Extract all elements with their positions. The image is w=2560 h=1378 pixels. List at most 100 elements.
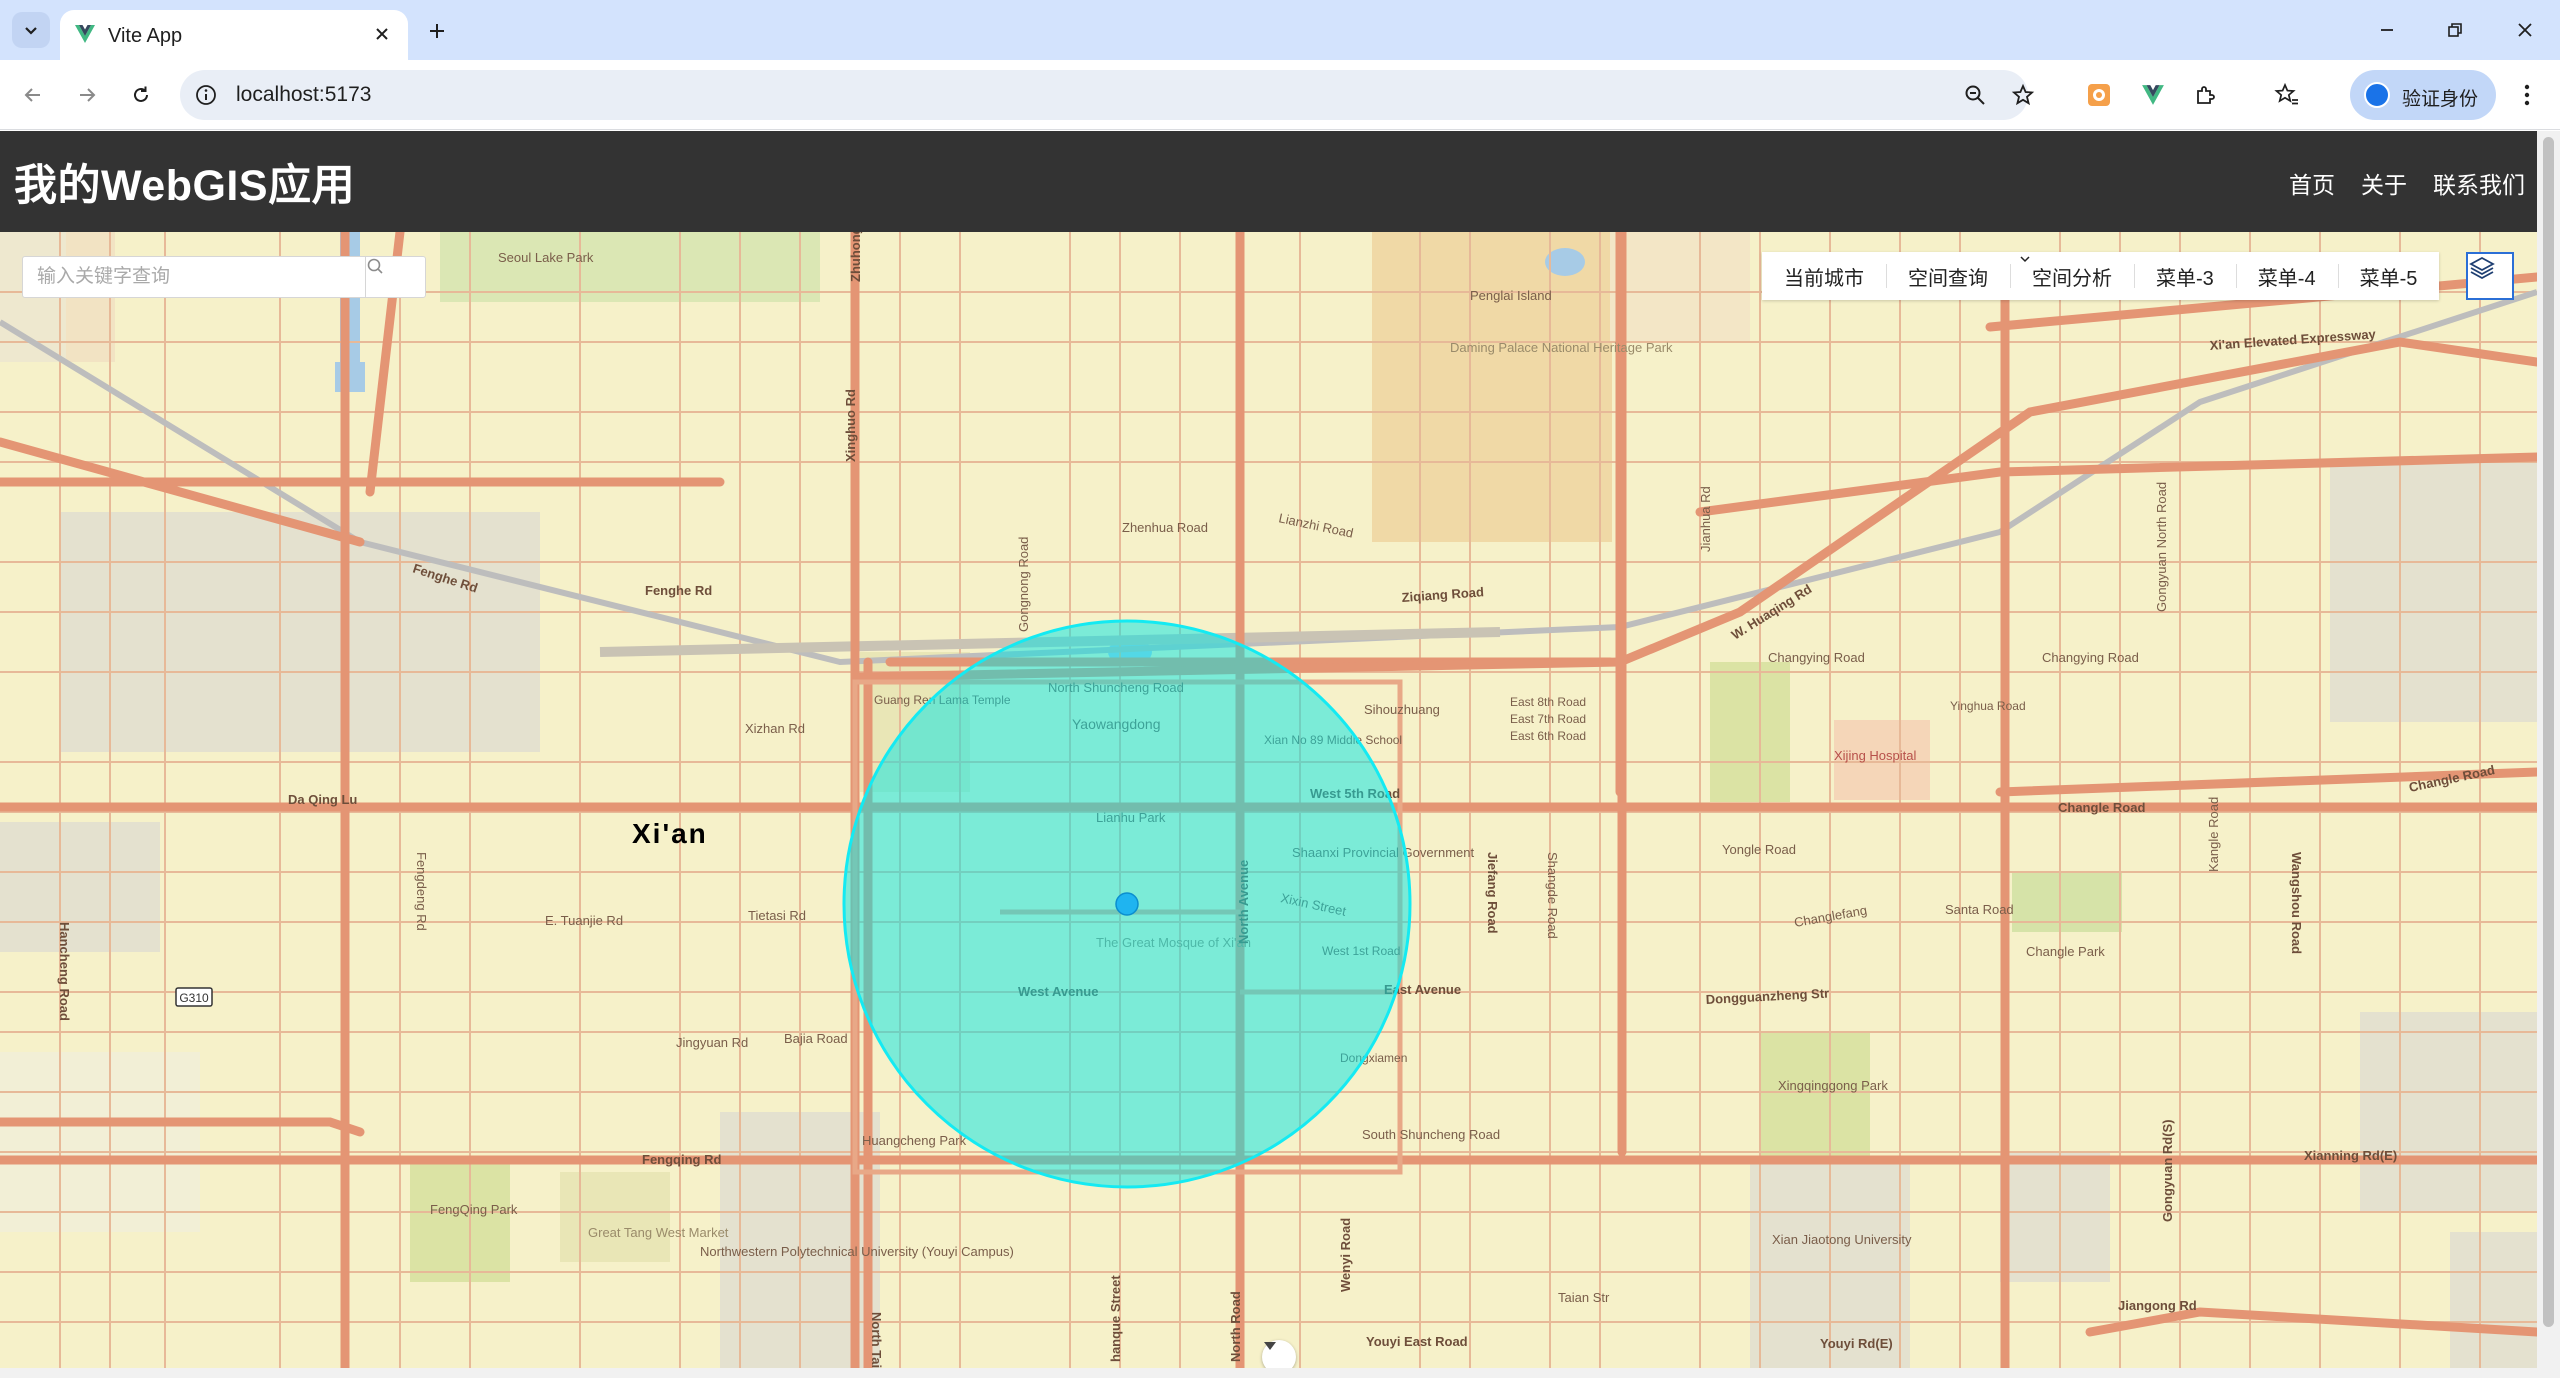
avatar: [2364, 82, 2390, 108]
menu-item-3[interactable]: 菜单-3: [2134, 252, 2236, 300]
label-kangle: Kangle Road: [2206, 797, 2221, 872]
minimize-button[interactable]: [2364, 10, 2410, 50]
label-east-8th: East 8th Road: [1510, 695, 1586, 709]
tab-search-button[interactable]: [12, 12, 50, 48]
vue-devtools-button[interactable]: [2136, 78, 2170, 112]
back-button[interactable]: [14, 76, 52, 114]
star-icon: [2011, 83, 2035, 106]
search-box: [22, 256, 426, 298]
chevron-down-icon: [2020, 256, 2030, 263]
map-view[interactable]: G310 Seoul Lake Park Penglai Island Dami…: [0, 232, 2537, 1368]
label-xijing-hospital: Xijing Hospital: [1834, 748, 1916, 763]
label-seoul-lake-park: Seoul Lake Park: [498, 250, 594, 265]
label-tietasi: Tietasi Rd: [748, 908, 806, 923]
vue-logo-icon: [2142, 85, 2164, 105]
menu-item-5[interactable]: 菜单-5: [2337, 252, 2440, 300]
favorites-button[interactable]: [2270, 78, 2304, 112]
label-nwpu: Northwestern Polytechnical University (Y…: [700, 1244, 1014, 1259]
main-nav: 首页 关于 联系我们: [2289, 166, 2525, 200]
label-jianhua: Jianhua Rd: [1698, 486, 1713, 552]
search-input[interactable]: [23, 257, 365, 297]
bookmark-button[interactable]: [2008, 80, 2038, 110]
zoom-button[interactable]: [1960, 80, 1990, 110]
extension-orange-icon: [2088, 84, 2110, 106]
label-changying-2: Changying Road: [2042, 650, 2139, 665]
collapse-panel-button[interactable]: [1262, 1340, 1296, 1368]
label-youyi-east: Youyi East Road: [1366, 1334, 1468, 1349]
label-huangcheng-park: Huangcheng Park: [862, 1133, 967, 1148]
menu-spatial-query-label: 空间查询: [1908, 267, 1988, 290]
restore-button[interactable]: [2432, 10, 2478, 50]
label-fengdeng: Fengdeng Rd: [414, 852, 429, 931]
label-fengqing-park: FengQing Park: [430, 1202, 518, 1217]
new-tab-button[interactable]: [420, 14, 454, 48]
label-north-road: North Road: [1228, 1291, 1243, 1362]
address-bar[interactable]: localhost:5173: [180, 70, 2035, 120]
label-shangde: Shangde Road: [1545, 852, 1560, 939]
extension-1-button[interactable]: [2082, 78, 2116, 112]
label-sihouzhuang: Sihouzhuang: [1364, 702, 1440, 717]
nav-home[interactable]: 首页: [2289, 166, 2335, 200]
browser-tabstrip: Vite App: [0, 0, 2560, 60]
label-santa: Santa Road: [1945, 902, 2014, 917]
menu-spatial-query[interactable]: 空间查询: [1886, 252, 2010, 300]
app-header: 我的WebGIS应用 首页 关于 联系我们: [0, 131, 2537, 232]
arrow-left-icon: [24, 88, 40, 102]
caret-down-icon: [1264, 1342, 1276, 1350]
forward-button[interactable]: [68, 76, 106, 114]
label-ziqiang: Ziqiang Road: [1401, 584, 1484, 605]
chevron-down-icon: [25, 27, 37, 35]
close-icon: [2518, 23, 2532, 37]
label-north-taibai: North Taibai Rd: [869, 1312, 884, 1368]
layer-list-button[interactable]: [2466, 252, 2514, 300]
profile-button[interactable]: 验证身份: [2350, 70, 2496, 120]
label-daming-palace: Daming Palace National Heritage Park: [1450, 340, 1673, 355]
label-xjtu: Xian Jiaotong University: [1772, 1232, 1912, 1247]
browser-menu-button[interactable]: [2510, 78, 2544, 112]
horizontal-scrollbar[interactable]: [0, 1368, 2560, 1378]
close-window-button[interactable]: [2502, 10, 2548, 50]
search-button[interactable]: [365, 257, 425, 297]
minimize-icon: [2381, 29, 2393, 31]
label-xizhan: Xizhan Rd: [745, 721, 805, 736]
extensions-button[interactable]: [2188, 78, 2222, 112]
browser-toolbar: localhost:5173 验证身份: [0, 60, 2560, 130]
menu-item-4-label: 菜单-4: [2257, 267, 2316, 290]
scrollbar-thumb[interactable]: [2543, 137, 2554, 1327]
label-gongnong: Gongnong Road: [1016, 537, 1031, 632]
basemap[interactable]: G310 Seoul Lake Park Penglai Island Dami…: [0, 232, 2537, 1368]
browser-tab[interactable]: Vite App: [60, 10, 408, 60]
menu-item-4[interactable]: 菜单-4: [2235, 252, 2338, 300]
label-da-qing: Da Qing Lu: [288, 792, 357, 807]
menu-current-city-label: 当前城市: [1784, 267, 1864, 290]
tab-title: Vite App: [108, 25, 183, 47]
label-youyi-e: Youyi Rd(E): [1820, 1336, 1893, 1351]
app-title: 我的WebGIS应用: [14, 162, 356, 210]
puzzle-icon: [2197, 86, 2215, 104]
label-dongguanzheng: Dongguanzheng Str: [1705, 986, 1829, 1007]
menu-item-3-label: 菜单-3: [2156, 267, 2214, 290]
label-gongyuan-north: Gongyuan North Road: [2154, 482, 2169, 612]
label-penglai-island: Penglai Island: [1470, 288, 1552, 303]
label-yinghua: Yinghua Road: [1950, 699, 2026, 713]
menu-current-city[interactable]: 当前城市: [1762, 252, 1886, 300]
label-xingqinggong: Xingqinggong Park: [1778, 1078, 1888, 1093]
nav-about[interactable]: 关于: [2361, 166, 2407, 200]
g310-shield: G310: [175, 987, 213, 1007]
layers-icon: [2469, 256, 2495, 280]
search-icon: [367, 258, 383, 274]
map-menu: 当前城市 空间查询 空间分析 菜单-3 菜单-4 菜单-5: [1762, 252, 2440, 300]
menu-spatial-analysis[interactable]: 空间分析: [2010, 252, 2134, 300]
reload-button[interactable]: [122, 76, 160, 114]
center-point-marker[interactable]: [1115, 892, 1139, 916]
profile-label: 验证身份: [2402, 89, 2479, 110]
label-jiefang: Jiefang Road: [1485, 852, 1500, 934]
vue-logo-icon: [75, 25, 95, 43]
vertical-scrollbar[interactable]: [2537, 131, 2560, 1368]
nav-contact[interactable]: 联系我们: [2433, 166, 2525, 200]
tab-close-button[interactable]: [368, 20, 396, 48]
label-lianzhi: Lianzhi Road: [1277, 510, 1354, 540]
label-east-6th: East 6th Road: [1510, 729, 1586, 743]
label-wangshou: Wangshou Road: [2289, 852, 2304, 954]
site-info-icon[interactable]: [194, 83, 218, 107]
